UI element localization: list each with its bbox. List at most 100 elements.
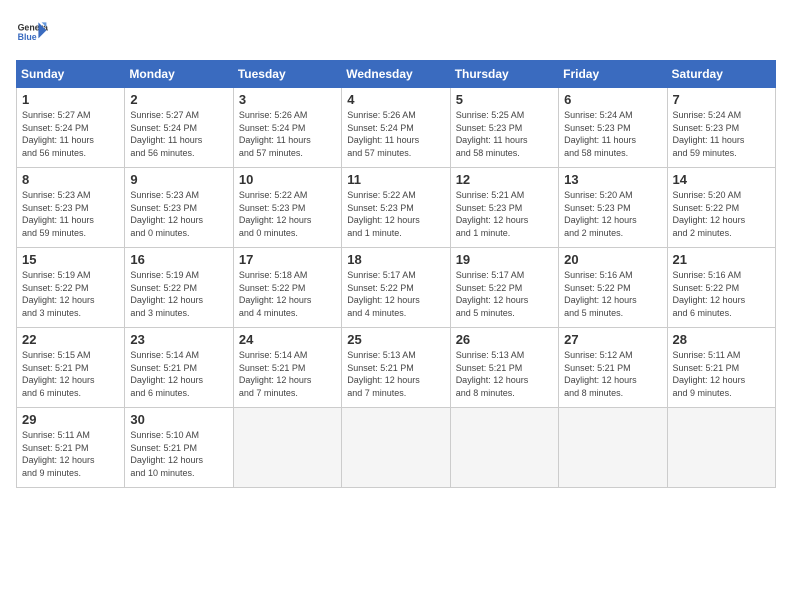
logo-icon: General Blue [16, 16, 48, 48]
day-number: 6 [564, 92, 661, 107]
day-number: 12 [456, 172, 553, 187]
day-info: Sunrise: 5:16 AM Sunset: 5:22 PM Dayligh… [673, 269, 770, 319]
calendar-day-cell: 10 Sunrise: 5:22 AM Sunset: 5:23 PM Dayli… [233, 168, 341, 248]
weekday-header: Sunday [17, 61, 125, 88]
day-number: 1 [22, 92, 119, 107]
day-info: Sunrise: 5:13 AM Sunset: 5:21 PM Dayligh… [347, 349, 444, 399]
calendar-day-cell: 27Sunrise: 5:12 AM Sunset: 5:21 PM Dayli… [559, 328, 667, 408]
calendar-day-cell: 20 Sunrise: 5:16 AM Sunset: 5:22 PM Dayli… [559, 248, 667, 328]
day-info: Sunrise: 5:21 AM Sunset: 5:23 PM Dayligh… [456, 189, 553, 239]
calendar-day-cell: 21 Sunrise: 5:16 AM Sunset: 5:22 PM Dayli… [667, 248, 775, 328]
day-number: 23 [130, 332, 227, 347]
day-number: 2 [130, 92, 227, 107]
page-header: General Blue [16, 16, 776, 48]
calendar-week-row: 8Sunrise: 5:23 AM Sunset: 5:23 PM Daylig… [17, 168, 776, 248]
calendar-day-cell: 8Sunrise: 5:23 AM Sunset: 5:23 PM Daylig… [17, 168, 125, 248]
day-info: Sunrise: 5:16 AM Sunset: 5:22 PM Dayligh… [564, 269, 661, 319]
day-info: Sunrise: 5:10 AM Sunset: 5:21 PM Dayligh… [130, 429, 227, 479]
day-number: 26 [456, 332, 553, 347]
weekday-header: Saturday [667, 61, 775, 88]
calendar-week-row: 1 Sunrise: 5:27 AM Sunset: 5:24 PM Daylig… [17, 88, 776, 168]
day-info: Sunrise: 5:12 AM Sunset: 5:21 PM Dayligh… [564, 349, 661, 399]
calendar-day-cell: 29 Sunrise: 5:11 AM Sunset: 5:21 PM Dayli… [17, 408, 125, 488]
day-number: 13 [564, 172, 661, 187]
day-number: 28 [673, 332, 770, 347]
weekday-header: Wednesday [342, 61, 450, 88]
day-number: 14 [673, 172, 770, 187]
day-info: Sunrise: 5:24 AM Sunset: 5:23 PM Dayligh… [564, 109, 661, 159]
day-info: Sunrise: 5:27 AM Sunset: 5:24 PM Dayligh… [130, 109, 227, 159]
calendar-day-cell: 7 Sunrise: 5:24 AM Sunset: 5:23 PM Daylig… [667, 88, 775, 168]
day-info: Sunrise: 5:22 AM Sunset: 5:23 PM Dayligh… [239, 189, 336, 239]
day-info: Sunrise: 5:23 AM Sunset: 5:23 PM Dayligh… [22, 189, 119, 239]
calendar-day-cell: 18Sunrise: 5:17 AM Sunset: 5:22 PM Dayli… [342, 248, 450, 328]
weekday-header: Tuesday [233, 61, 341, 88]
day-info: Sunrise: 5:14 AM Sunset: 5:21 PM Dayligh… [239, 349, 336, 399]
day-number: 30 [130, 412, 227, 427]
day-number: 22 [22, 332, 119, 347]
svg-text:Blue: Blue [18, 32, 37, 42]
calendar-week-row: 15Sunrise: 5:19 AM Sunset: 5:22 PM Dayli… [17, 248, 776, 328]
calendar-day-cell: 17 Sunrise: 5:18 AM Sunset: 5:22 PM Dayli… [233, 248, 341, 328]
day-info: Sunrise: 5:27 AM Sunset: 5:24 PM Dayligh… [22, 109, 119, 159]
day-number: 5 [456, 92, 553, 107]
weekday-header-row: SundayMondayTuesdayWednesdayThursdayFrid… [17, 61, 776, 88]
calendar-day-cell: 13 Sunrise: 5:20 AM Sunset: 5:23 PM Dayli… [559, 168, 667, 248]
calendar-day-cell [450, 408, 558, 488]
day-info: Sunrise: 5:26 AM Sunset: 5:24 PM Dayligh… [239, 109, 336, 159]
calendar-day-cell: 3 Sunrise: 5:26 AM Sunset: 5:24 PM Daylig… [233, 88, 341, 168]
day-number: 21 [673, 252, 770, 267]
calendar-day-cell: 19Sunrise: 5:17 AM Sunset: 5:22 PM Dayli… [450, 248, 558, 328]
calendar-week-row: 29 Sunrise: 5:11 AM Sunset: 5:21 PM Dayli… [17, 408, 776, 488]
day-number: 29 [22, 412, 119, 427]
calendar-day-cell: 2 Sunrise: 5:27 AM Sunset: 5:24 PM Daylig… [125, 88, 233, 168]
day-info: Sunrise: 5:13 AM Sunset: 5:21 PM Dayligh… [456, 349, 553, 399]
day-number: 25 [347, 332, 444, 347]
day-info: Sunrise: 5:20 AM Sunset: 5:23 PM Dayligh… [564, 189, 661, 239]
calendar-day-cell: 30 Sunrise: 5:10 AM Sunset: 5:21 PM Dayli… [125, 408, 233, 488]
day-number: 4 [347, 92, 444, 107]
day-info: Sunrise: 5:22 AM Sunset: 5:23 PM Dayligh… [347, 189, 444, 239]
day-number: 17 [239, 252, 336, 267]
calendar-day-cell [342, 408, 450, 488]
weekday-header: Thursday [450, 61, 558, 88]
weekday-header: Friday [559, 61, 667, 88]
day-number: 11 [347, 172, 444, 187]
calendar-day-cell: 15Sunrise: 5:19 AM Sunset: 5:22 PM Dayli… [17, 248, 125, 328]
day-info: Sunrise: 5:17 AM Sunset: 5:22 PM Dayligh… [347, 269, 444, 319]
day-number: 24 [239, 332, 336, 347]
day-info: Sunrise: 5:24 AM Sunset: 5:23 PM Dayligh… [673, 109, 770, 159]
calendar-table: SundayMondayTuesdayWednesdayThursdayFrid… [16, 60, 776, 488]
calendar-day-cell: 1 Sunrise: 5:27 AM Sunset: 5:24 PM Daylig… [17, 88, 125, 168]
calendar-day-cell: 6 Sunrise: 5:24 AM Sunset: 5:23 PM Daylig… [559, 88, 667, 168]
calendar-week-row: 22 Sunrise: 5:15 AM Sunset: 5:21 PM Dayli… [17, 328, 776, 408]
calendar-day-cell: 24 Sunrise: 5:14 AM Sunset: 5:21 PM Dayli… [233, 328, 341, 408]
day-info: Sunrise: 5:19 AM Sunset: 5:22 PM Dayligh… [130, 269, 227, 319]
calendar-day-cell: 22 Sunrise: 5:15 AM Sunset: 5:21 PM Dayli… [17, 328, 125, 408]
calendar-day-cell: 23 Sunrise: 5:14 AM Sunset: 5:21 PM Dayli… [125, 328, 233, 408]
day-info: Sunrise: 5:23 AM Sunset: 5:23 PM Dayligh… [130, 189, 227, 239]
day-number: 7 [673, 92, 770, 107]
day-info: Sunrise: 5:15 AM Sunset: 5:21 PM Dayligh… [22, 349, 119, 399]
calendar-day-cell: 14 Sunrise: 5:20 AM Sunset: 5:22 PM Dayli… [667, 168, 775, 248]
day-info: Sunrise: 5:14 AM Sunset: 5:21 PM Dayligh… [130, 349, 227, 399]
day-number: 10 [239, 172, 336, 187]
calendar-day-cell [559, 408, 667, 488]
day-number: 9 [130, 172, 227, 187]
calendar-day-cell: 4 Sunrise: 5:26 AM Sunset: 5:24 PM Daylig… [342, 88, 450, 168]
day-number: 3 [239, 92, 336, 107]
day-info: Sunrise: 5:11 AM Sunset: 5:21 PM Dayligh… [22, 429, 119, 479]
calendar-day-cell: 11 Sunrise: 5:22 AM Sunset: 5:23 PM Dayli… [342, 168, 450, 248]
calendar-day-cell [667, 408, 775, 488]
day-info: Sunrise: 5:18 AM Sunset: 5:22 PM Dayligh… [239, 269, 336, 319]
day-info: Sunrise: 5:25 AM Sunset: 5:23 PM Dayligh… [456, 109, 553, 159]
calendar-day-cell: 16Sunrise: 5:19 AM Sunset: 5:22 PM Dayli… [125, 248, 233, 328]
logo: General Blue [16, 16, 48, 48]
day-number: 20 [564, 252, 661, 267]
calendar-day-cell: 25 Sunrise: 5:13 AM Sunset: 5:21 PM Dayli… [342, 328, 450, 408]
day-info: Sunrise: 5:20 AM Sunset: 5:22 PM Dayligh… [673, 189, 770, 239]
calendar-day-cell: 9 Sunrise: 5:23 AM Sunset: 5:23 PM Daylig… [125, 168, 233, 248]
calendar-day-cell: 26 Sunrise: 5:13 AM Sunset: 5:21 PM Dayli… [450, 328, 558, 408]
day-number: 19 [456, 252, 553, 267]
day-info: Sunrise: 5:26 AM Sunset: 5:24 PM Dayligh… [347, 109, 444, 159]
